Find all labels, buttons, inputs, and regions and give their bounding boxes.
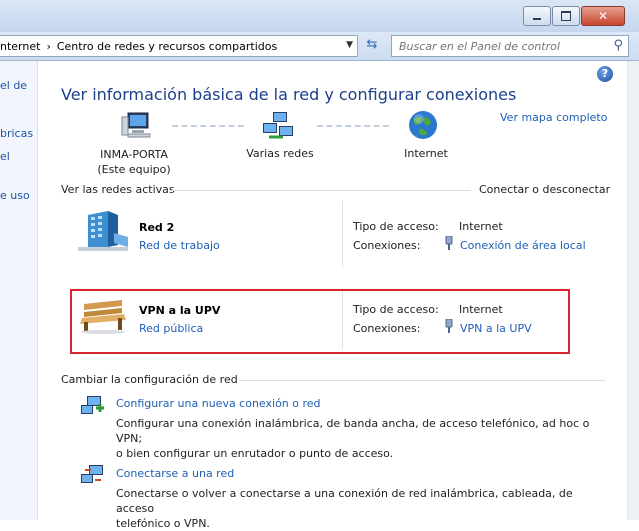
close-icon: ✕ — [597, 9, 609, 23]
multiple-networks-icon — [263, 112, 293, 139]
map-link-line-2 — [317, 125, 389, 127]
new-connection-icon — [81, 396, 104, 414]
network-type-link-work[interactable]: Red de trabajo — [139, 239, 220, 252]
work-network-icon — [78, 211, 128, 251]
connections-label-2: Conexiones: — [353, 322, 421, 335]
vertical-scrollbar[interactable] — [627, 61, 639, 520]
connection-link-local-area[interactable]: Conexión de área local — [460, 239, 586, 252]
breadcrumb-separator-icon[interactable]: › — [46, 40, 50, 53]
maximize-icon — [561, 11, 571, 21]
vpn-connection-icon — [445, 319, 453, 333]
view-full-map-link[interactable]: Ver mapa completo — [500, 111, 607, 124]
navigation-bar: nternet › Centro de redes y recursos com… — [0, 32, 639, 61]
connect-network-icon — [81, 465, 103, 483]
network-divider-1 — [342, 201, 343, 267]
connect-desc-line-2: telefónico o VPN. — [116, 517, 210, 530]
access-type-label-2: Tipo de acceso: — [353, 303, 439, 316]
refresh-button[interactable]: ⇆ — [361, 37, 383, 55]
page-title: Ver información básica de la red y confi… — [61, 85, 517, 104]
breadcrumb-network-center[interactable]: Centro de redes y recursos compartidos — [57, 40, 277, 53]
computer-node-label: INMA-PORTA (Este equipo) — [84, 147, 184, 177]
help-icon[interactable]: ? — [597, 66, 613, 82]
setup-new-connection-link[interactable]: Configurar una nueva conexión o red — [116, 397, 321, 410]
connect-to-network-link[interactable]: Conectarse a una red — [116, 467, 234, 480]
search-icon[interactable]: ⚲ — [613, 38, 623, 53]
window-controls: ✕ — [522, 6, 625, 26]
left-link-3[interactable]: el — [0, 150, 10, 163]
change-settings-divider — [239, 380, 605, 381]
minimize-icon — [533, 18, 541, 20]
setup-desc-line-2: o bien configurar un enrutador o punto d… — [116, 447, 394, 460]
left-link-1[interactable]: el de — [0, 79, 27, 92]
computer-subtitle: (Este equipo) — [97, 163, 171, 176]
address-bar[interactable]: nternet › Centro de redes y recursos com… — [0, 35, 358, 57]
active-networks-heading: Ver las redes activas — [61, 183, 175, 196]
access-type-value-2: Internet — [459, 303, 503, 316]
left-link-2[interactable]: bricas — [0, 127, 33, 140]
network-divider-2 — [342, 291, 343, 349]
connect-to-network-description: Conectarse o volver a conectarse a una c… — [116, 486, 606, 531]
search-input[interactable] — [397, 38, 606, 54]
minimize-button[interactable] — [523, 6, 551, 26]
setup-new-connection-description: Configurar una conexión inalámbrica, de … — [116, 416, 606, 461]
refresh-icon: ⇆ — [366, 37, 378, 52]
maximize-button[interactable] — [552, 6, 580, 26]
connection-link-vpn[interactable]: VPN a la UPV — [460, 322, 532, 335]
access-type-label-1: Tipo de acceso: — [353, 220, 439, 233]
left-pane: el de bricas el e uso — [0, 61, 38, 520]
close-button[interactable]: ✕ — [581, 6, 625, 26]
breadcrumb-network[interactable]: nternet — [0, 40, 40, 53]
connect-desc-line-1: Conectarse o volver a conectarse a una c… — [116, 487, 573, 515]
public-network-bench-icon — [80, 300, 126, 334]
map-link-line-1 — [172, 125, 244, 127]
ethernet-connection-icon — [445, 236, 453, 250]
left-link-4[interactable]: e uso — [0, 189, 30, 202]
network-name-red2: Red 2 — [139, 221, 175, 234]
change-settings-heading: Cambiar la configuración de red — [61, 373, 238, 386]
network-name-vpn: VPN a la UPV — [139, 304, 221, 317]
multiple-networks-label: Varias redes — [246, 147, 314, 160]
internet-label: Internet — [404, 147, 448, 160]
internet-globe-icon — [409, 111, 437, 139]
access-type-value-1: Internet — [459, 220, 503, 233]
computer-name: INMA-PORTA — [100, 148, 168, 161]
connect-disconnect-link[interactable]: Conectar o desconectar — [479, 183, 610, 196]
main-content: ? Ver información básica de la red y con… — [38, 61, 628, 530]
computer-icon — [121, 112, 151, 138]
connections-label-1: Conexiones: — [353, 239, 421, 252]
title-bar: ✕ — [0, 0, 639, 32]
search-box[interactable]: ⚲ — [391, 35, 629, 57]
chevron-down-icon[interactable]: ▼ — [346, 40, 353, 50]
network-type-link-public[interactable]: Red pública — [139, 322, 203, 335]
setup-desc-line-1: Configurar una conexión inalámbrica, de … — [116, 417, 590, 445]
active-networks-divider — [171, 190, 471, 191]
